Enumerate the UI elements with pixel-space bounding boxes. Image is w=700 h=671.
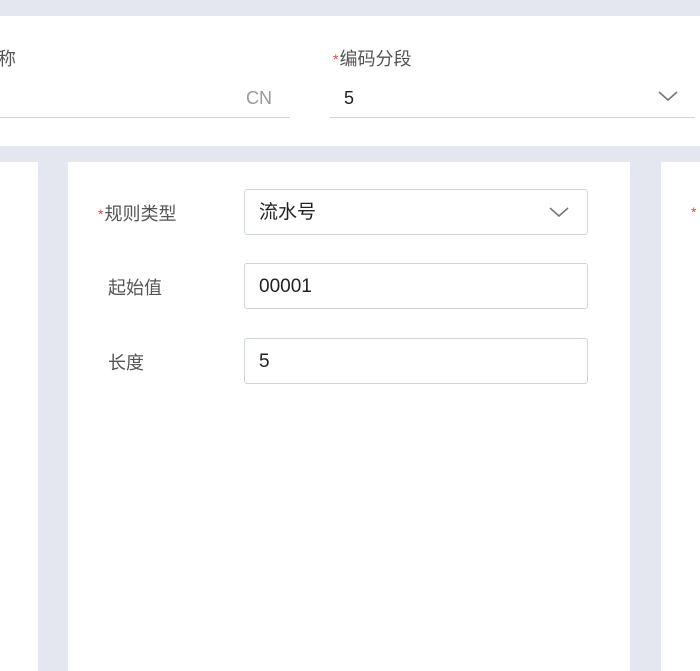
header-form-card: 称 CN *编码分段 5	[0, 16, 700, 146]
segment-field-label: *编码分段	[333, 48, 411, 70]
chevron-down-icon[interactable]	[547, 200, 571, 224]
start-value-input[interactable]: 00001	[244, 263, 588, 309]
segment-select-value: 5	[344, 88, 355, 108]
length-label: 长度	[108, 353, 144, 373]
length-value: 5	[259, 351, 270, 372]
required-mark: *	[98, 206, 104, 222]
rule-type-value: 流水号	[259, 202, 317, 223]
left-panel	[0, 162, 38, 671]
length-input[interactable]: 5	[244, 338, 588, 384]
segment-field-label-text: 编码分段	[339, 49, 412, 69]
segment-select[interactable]: 5	[330, 78, 695, 118]
required-mark: *	[691, 204, 697, 220]
chevron-down-icon[interactable]	[656, 84, 680, 108]
name-field-label: 称	[0, 49, 16, 69]
name-input-suffix: CN	[246, 88, 272, 108]
rule-type-label: *规则类型	[98, 203, 176, 225]
right-panel: *	[661, 162, 700, 671]
required-mark: *	[333, 51, 339, 67]
rule-type-label-text: 规则类型	[104, 204, 177, 224]
top-strip	[0, 0, 700, 4]
name-input[interactable]: CN	[0, 78, 290, 118]
start-value-label: 起始值	[108, 278, 162, 298]
rule-panel: *规则类型 流水号 起始值 00001 长度 5	[68, 162, 630, 671]
rule-type-select[interactable]: 流水号	[244, 189, 588, 235]
start-value-value: 00001	[259, 276, 312, 297]
